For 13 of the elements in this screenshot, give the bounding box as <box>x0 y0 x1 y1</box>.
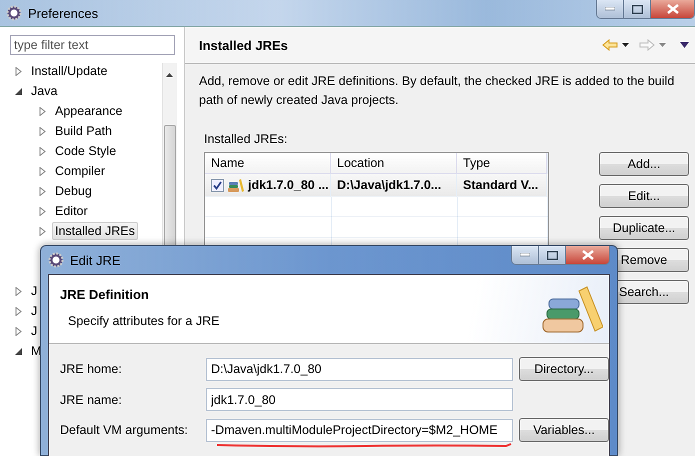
window-title: Preferences <box>28 6 98 20</box>
table-cell: jdk1.7.0_80 ... <box>248 178 329 192</box>
description-text: Add, remove or edit JRE definitions. By default, the checked JRE is added to the build path of newly created Java projects. <box>199 73 676 109</box>
field-label: Default VM arguments: <box>60 423 189 437</box>
field-label: JRE name: <box>60 392 123 406</box>
dialog-heading: JRE Definition <box>60 287 150 302</box>
field-label: JRE home: <box>60 362 123 376</box>
dialog-title: Edit JRE <box>70 252 121 268</box>
table-cell: Standard V... <box>463 178 538 192</box>
page-title: Installed JREs <box>199 38 288 52</box>
table-label: Installed JREs: <box>204 132 288 146</box>
dialog-subtitle: Specify attributes for a JRE <box>68 314 220 328</box>
table-cell: D:\Java\jdk1.7.0... <box>337 178 442 192</box>
